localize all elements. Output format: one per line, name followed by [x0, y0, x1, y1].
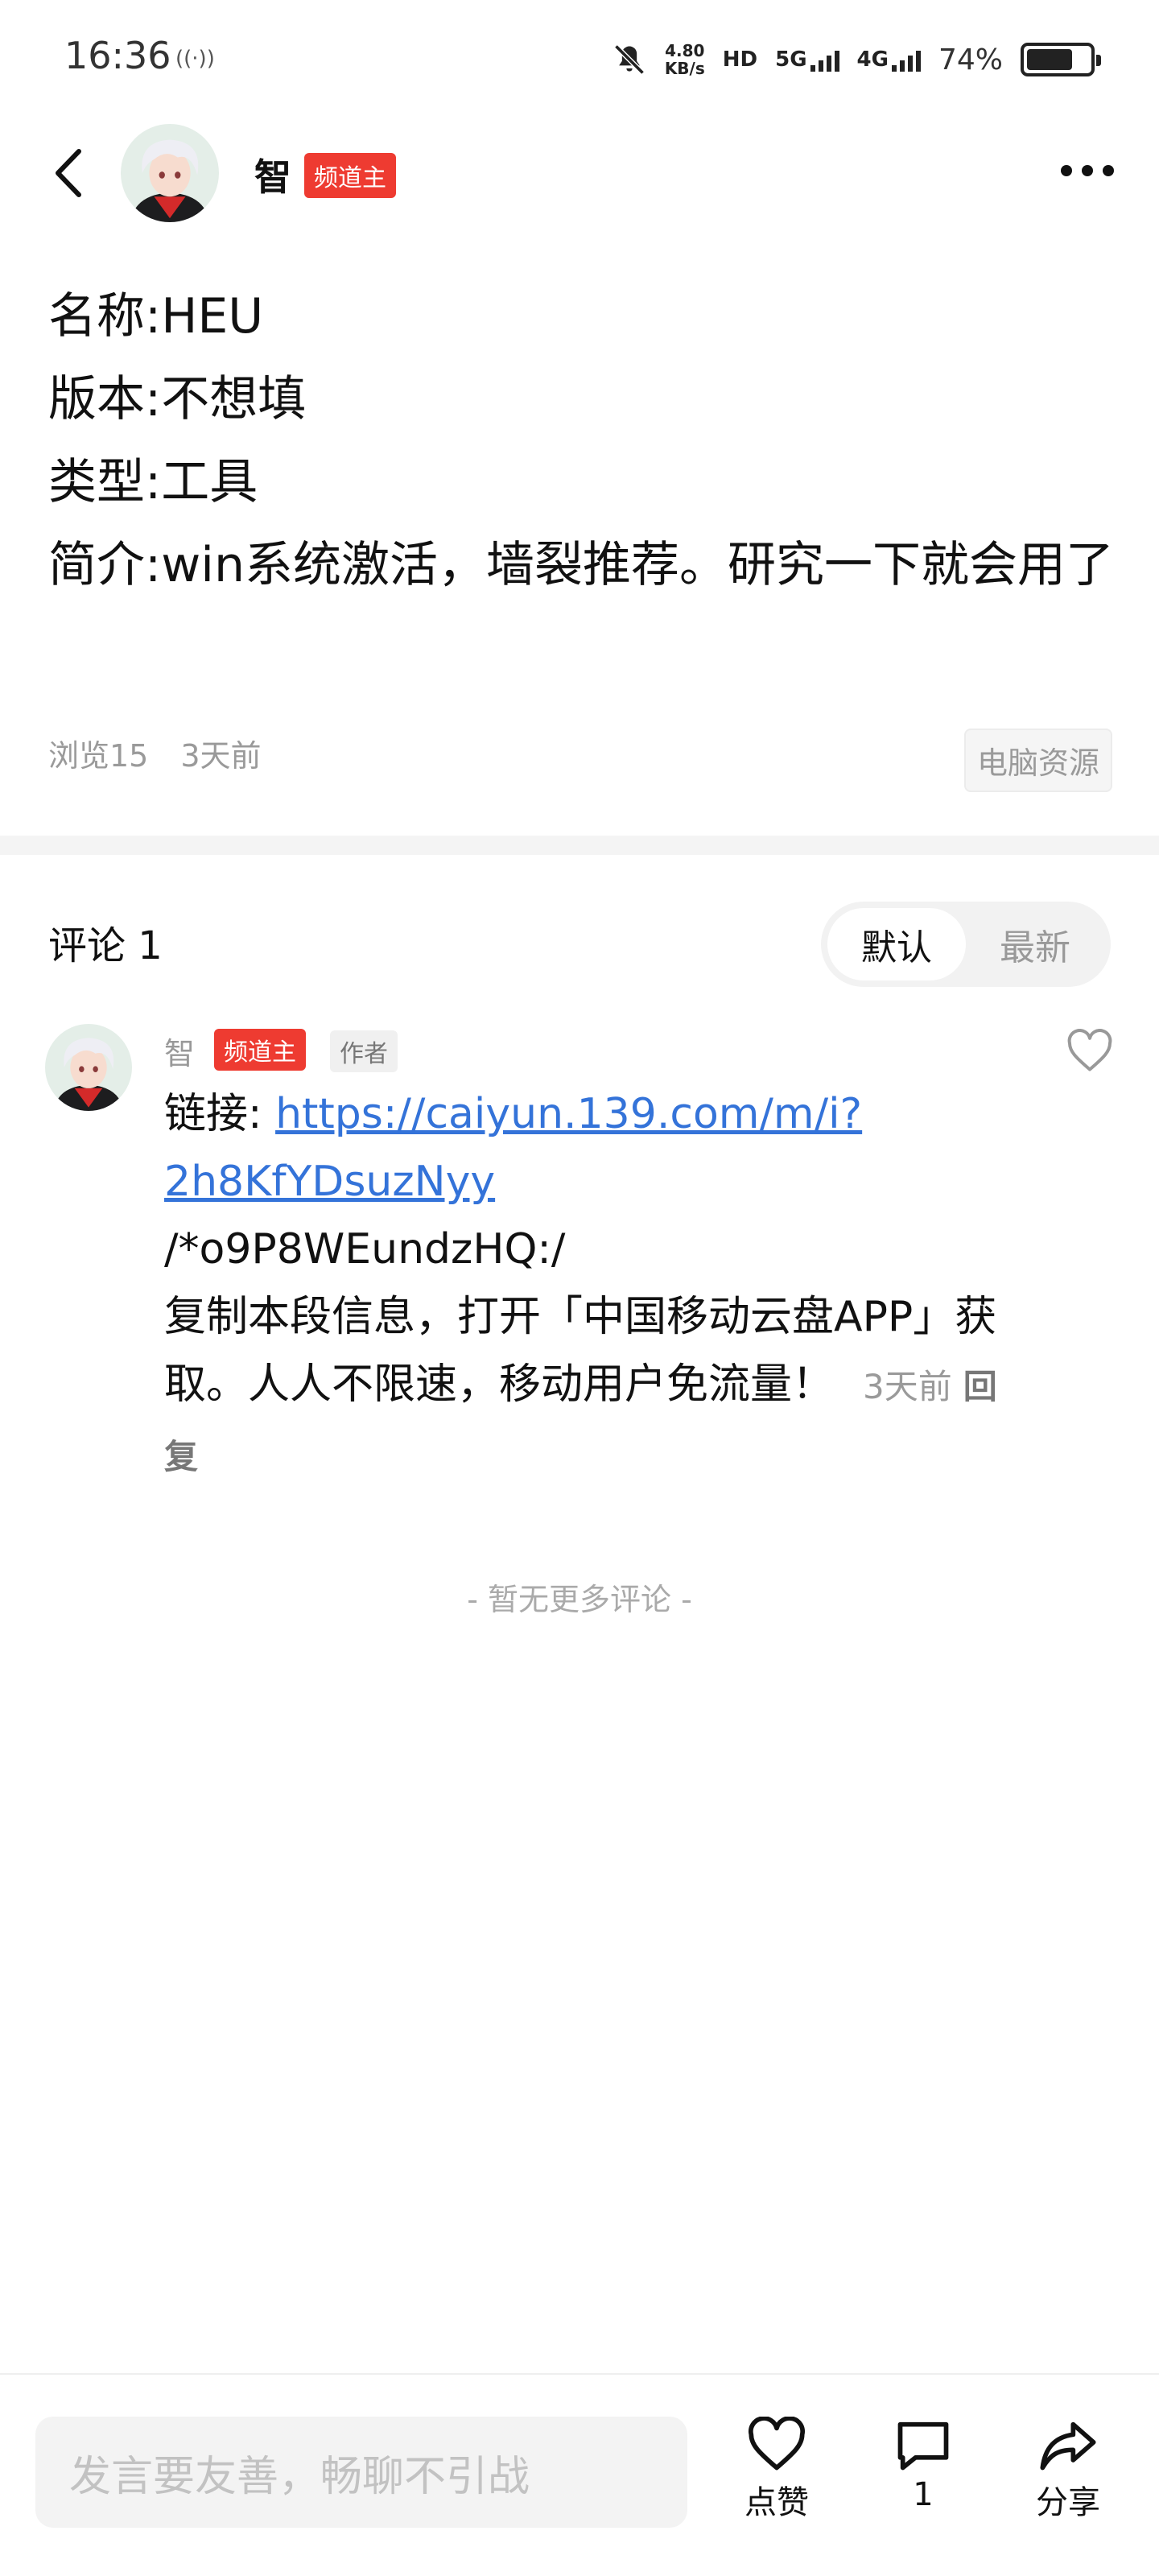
comment-bubble-icon — [897, 2421, 949, 2471]
comment-input[interactable]: 发言要友善，畅聊不引战 — [35, 2417, 687, 2528]
signal-4g: 4G — [857, 47, 921, 72]
commenter-name[interactable]: 智 — [164, 1029, 195, 1073]
share-arrow-icon — [1040, 2421, 1096, 2471]
author-tag: 作者 — [330, 1030, 398, 1072]
signal-bars-icon — [891, 49, 921, 72]
heart-icon — [749, 2417, 805, 2471]
net-type-2: 4G — [856, 47, 889, 72]
comment-body: 链接: https://caiyun.139.com/m/i?2h8KfYDsu… — [164, 1080, 1001, 1491]
commenter-badge: 频道主 — [214, 1029, 306, 1071]
section-divider — [0, 836, 1159, 855]
post-line-version: 版本:不想填 — [48, 371, 307, 427]
comment-count-label: 1 — [913, 2476, 934, 2513]
sort-latest-button[interactable]: 最新 — [966, 908, 1104, 980]
author-name[interactable]: 智 — [254, 148, 291, 201]
post-line-name: 名称:HEU — [48, 288, 264, 345]
status-bar: 16:36 ((·)) 4.80 KB/s HD 5G 4G 74% — [0, 0, 1159, 121]
like-button[interactable]: 点赞 — [724, 2417, 829, 2523]
battery-icon — [1021, 43, 1101, 76]
like-label: 点赞 — [744, 2484, 809, 2521]
post-header: 智 频道主 — [0, 121, 1159, 225]
status-icons: 4.80 KB/s HD 5G 4G 74% — [612, 35, 1101, 84]
post-time: 3天前 — [180, 738, 262, 774]
post-meta: 浏览15 3天前 — [48, 731, 262, 775]
post-line-intro: 简介:win系统激活，墙裂推荐。研究一下就会用了 — [48, 537, 1114, 593]
link-prefix: 链接: — [164, 1090, 276, 1138]
sort-toggle: 默认 最新 — [821, 902, 1111, 987]
mute-icon — [614, 44, 645, 75]
comment-button[interactable]: 1 — [871, 2417, 975, 2513]
signal-bars-icon — [810, 49, 839, 72]
share-button[interactable]: 分享 — [1016, 2417, 1120, 2523]
more-options-icon[interactable] — [1061, 165, 1114, 176]
comment-like-heart-icon[interactable] — [1066, 1029, 1114, 1074]
back-arrow-icon[interactable] — [47, 145, 95, 201]
status-time: 16:36 — [64, 34, 171, 77]
commenter-avatar[interactable] — [45, 1024, 132, 1111]
hd-icon: HD — [722, 47, 758, 72]
channel-owner-badge: 频道主 — [304, 153, 396, 198]
sort-default-button[interactable]: 默认 — [827, 908, 966, 980]
comment-time: 3天前 — [863, 1367, 952, 1406]
bottom-bar: 发言要友善，畅聊不引战 点赞 1 分享 — [0, 2373, 1159, 2576]
hotspot-icon: ((·)) — [175, 47, 215, 71]
author-avatar[interactable] — [121, 124, 219, 222]
share-code: /*o9P8WEundzHQ:/ — [164, 1225, 566, 1274]
net-speed: 4.80 KB/s — [664, 41, 705, 78]
view-count: 浏览15 — [48, 738, 149, 774]
comment-count: 评论 1 — [48, 923, 163, 968]
no-more-comments: - 暂无更多评论 - — [467, 1582, 692, 1617]
post-content: 名称:HEU 版本:不想填 类型:工具 简介:win系统激活，墙裂推荐。研究一下… — [48, 275, 1119, 607]
post-line-type: 类型:工具 — [48, 454, 258, 510]
category-tag[interactable]: 电脑资源 — [963, 729, 1112, 792]
net-type-1: 5G — [775, 47, 807, 72]
battery-fill — [1027, 49, 1073, 70]
battery-percent: 74% — [938, 43, 1003, 76]
signal-5g: 5G — [775, 47, 839, 72]
share-label: 分享 — [1036, 2484, 1100, 2521]
